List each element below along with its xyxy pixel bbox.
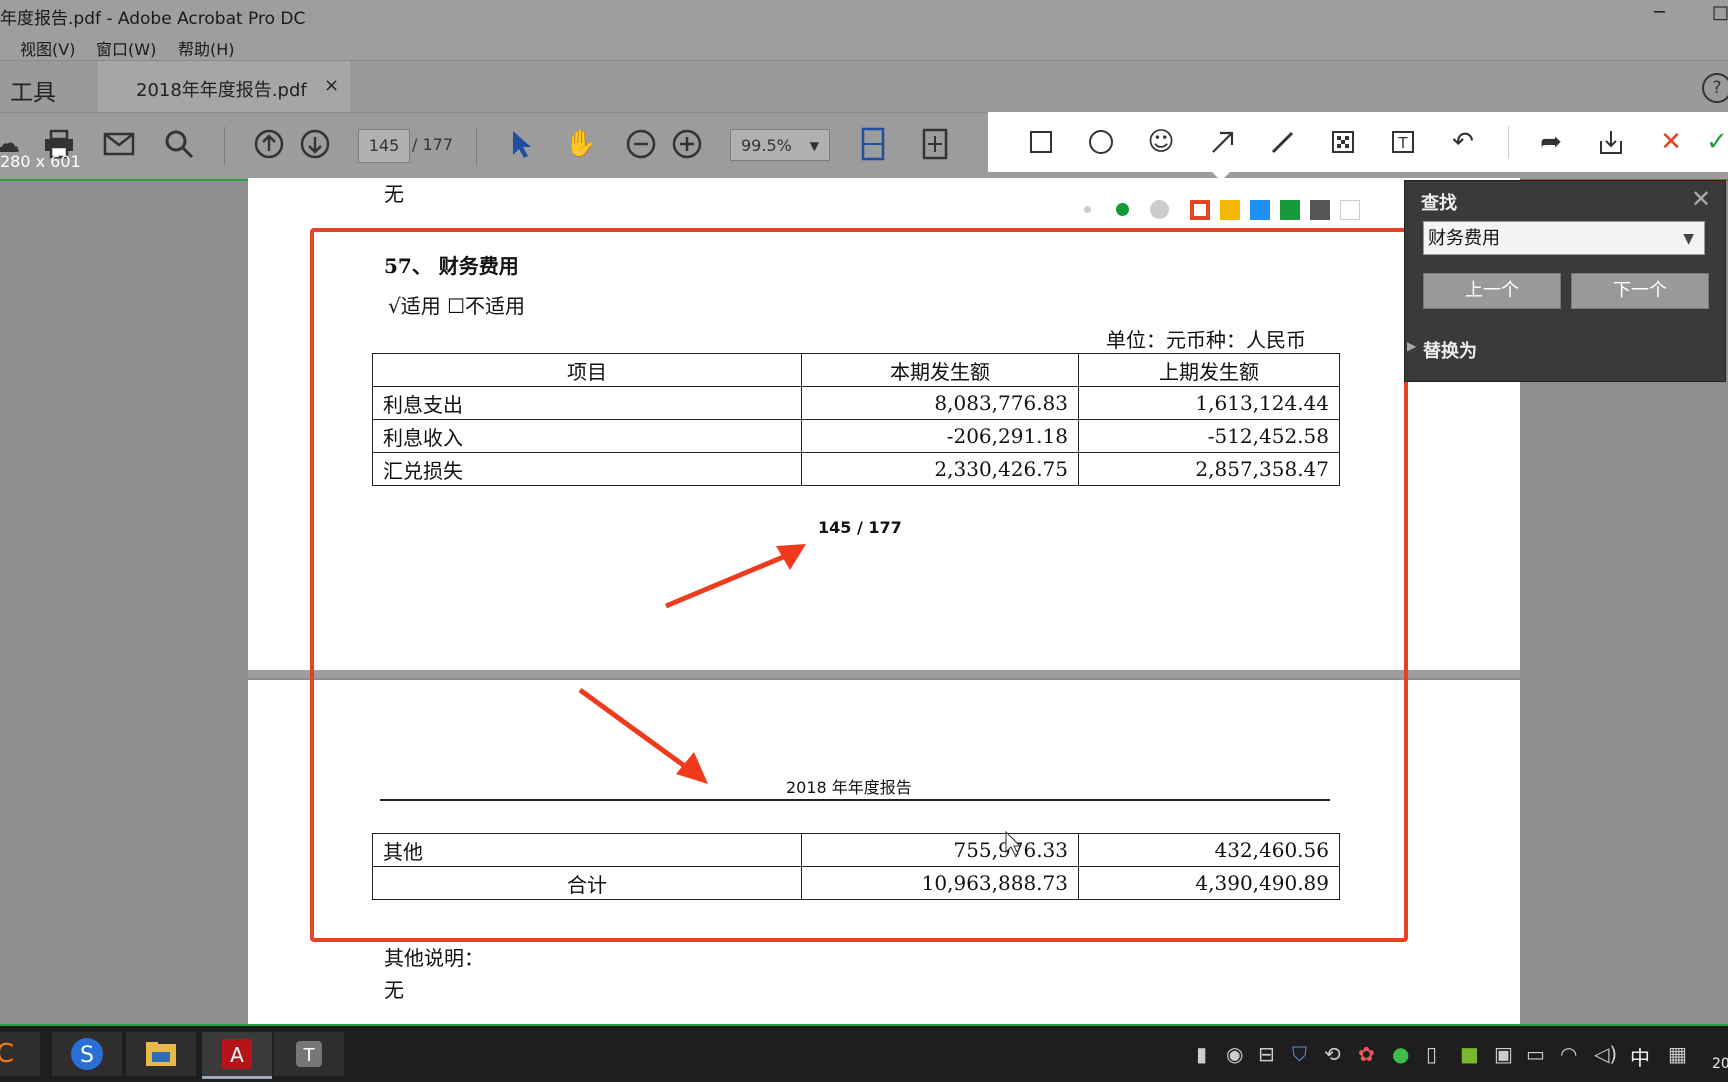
replace-with-toggle[interactable]: 替换为 xyxy=(1423,337,1477,363)
flower-icon[interactable]: ✿ xyxy=(1358,1042,1375,1066)
usb-icon[interactable]: ▮ xyxy=(1196,1042,1207,1066)
size-medium-dot[interactable] xyxy=(1116,203,1129,216)
svg-text:T: T xyxy=(303,1045,316,1066)
selection-frame[interactable] xyxy=(310,228,1408,942)
color-swatch-gray[interactable] xyxy=(1310,200,1330,220)
acrobat-icon[interactable]: A xyxy=(202,1032,272,1079)
volume-icon[interactable]: ◁) xyxy=(1594,1042,1617,1066)
color-swatch-green[interactable] xyxy=(1280,200,1300,220)
color-swatch-yellow[interactable] xyxy=(1220,200,1240,220)
network-drive-icon[interactable]: ⊟ xyxy=(1258,1042,1275,1066)
expand-triangle-icon[interactable]: ▶ xyxy=(1407,339,1416,353)
clock[interactable]: 20 xyxy=(1712,1056,1728,1072)
chevron-down-icon[interactable]: ▼ xyxy=(1683,222,1694,256)
sogou-icon[interactable]: S xyxy=(52,1032,122,1076)
nvidia-icon[interactable]: ■ xyxy=(1460,1042,1479,1066)
size-small-dot[interactable] xyxy=(1084,206,1091,213)
color-palette xyxy=(1060,192,1370,228)
file-explorer-icon[interactable] xyxy=(126,1032,196,1076)
color-swatch-selected[interactable] xyxy=(1190,200,1210,220)
ime-indicator[interactable]: 中 xyxy=(1630,1042,1650,1071)
size-large-dot[interactable] xyxy=(1150,200,1169,219)
close-icon[interactable]: ✕ xyxy=(1691,185,1711,213)
color-swatch-blue[interactable] xyxy=(1250,200,1270,220)
sync-icon[interactable]: ⟲ xyxy=(1324,1042,1341,1066)
app-orange-icon[interactable]: C xyxy=(0,1032,40,1076)
taskbar: C S A T ▮ ◉ ⊟ ⛉ ⟲ ✿ ● ▯ ■ ▣ ▭ ◠ ◁) 中 ▦ 2… xyxy=(0,1024,1728,1082)
find-query: 财务费用 xyxy=(1428,228,1500,249)
svg-text:A: A xyxy=(230,1043,244,1067)
removable-drive-icon[interactable]: ▯ xyxy=(1426,1042,1437,1066)
display-icon[interactable]: ▣ xyxy=(1494,1042,1513,1066)
svg-text:S: S xyxy=(80,1043,94,1068)
color-swatch-white[interactable] xyxy=(1340,200,1360,220)
battery-icon[interactable]: ▭ xyxy=(1526,1042,1545,1066)
text-editor-icon[interactable]: T xyxy=(274,1032,344,1076)
shield-icon[interactable]: ⛉ xyxy=(1292,1042,1307,1066)
keyboard-icon[interactable]: ▦ xyxy=(1668,1042,1687,1066)
find-panel: 查找 ✕ 财务费用 ▼ 上一个 下一个 ▶ 替换为 xyxy=(1404,180,1726,382)
find-next-button[interactable]: 下一个 xyxy=(1571,273,1709,309)
find-input[interactable]: 财务费用 ▼ xyxy=(1423,221,1705,255)
wechat-icon[interactable]: ● xyxy=(1392,1042,1409,1066)
wifi-icon[interactable]: ◠ xyxy=(1560,1042,1577,1066)
find-previous-button[interactable]: 上一个 xyxy=(1423,273,1561,309)
find-title: 查找 xyxy=(1421,193,1457,214)
tray-app-icon[interactable]: ◉ xyxy=(1226,1042,1243,1066)
